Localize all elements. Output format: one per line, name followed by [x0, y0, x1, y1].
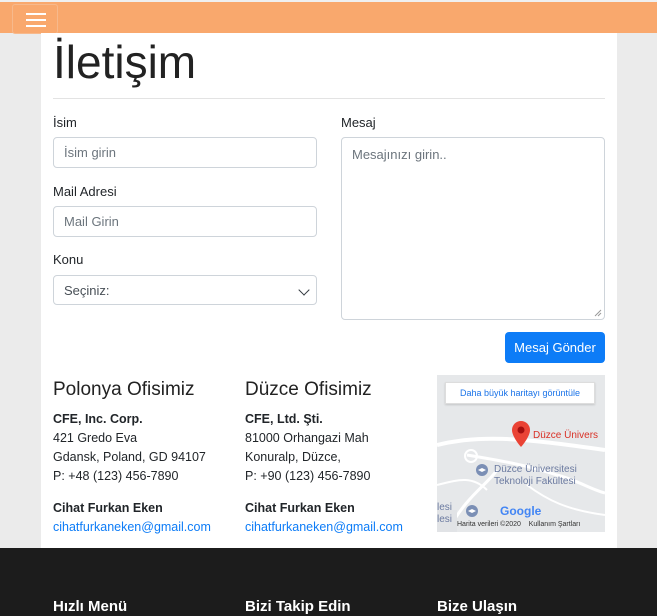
email-label: Mail Adresi	[53, 184, 117, 199]
larger-map-link[interactable]: Daha büyük haritayı görüntüle	[445, 382, 595, 404]
page-title: İletişim	[53, 36, 197, 88]
duzce-office-details: CFE, Ltd. Şti. 81000 Orhangazi Mah Konur…	[245, 410, 370, 486]
poland-office-details: CFE, Inc. Corp. 421 Gredo Eva Gdansk, Po…	[53, 410, 206, 486]
duzce-address-line2: Konuralp, Düzce,	[245, 450, 341, 464]
duzce-phone: P: +90 (123) 456-7890	[245, 469, 371, 483]
map-terms-link[interactable]: Kullanım Şartları	[529, 521, 581, 528]
top-navbar	[0, 0, 657, 34]
poland-address-line2: Gdansk, Poland, GD 94107	[53, 450, 206, 464]
hamburger-icon	[26, 13, 46, 15]
message-label: Mesaj	[341, 115, 376, 130]
email-placeholder: Mail Girin	[64, 214, 119, 229]
poland-phone: P: +48 (123) 456-7890	[53, 469, 179, 483]
name-input[interactable]: İsim girin	[53, 137, 317, 168]
poland-contact: Cihat Furkan Eken cihatfurkaneken@gmail.…	[53, 499, 211, 537]
duzce-contact: Cihat Furkan Eken cihatfurkaneken@gmail.…	[245, 499, 403, 537]
resize-handle-icon[interactable]	[594, 309, 602, 317]
embedded-map[interactable]: Daha büyük haritayı görüntüle Düzce Üniv…	[437, 375, 605, 532]
map-edge-label: lesi lesi	[437, 502, 453, 525]
google-logo: Google	[500, 504, 542, 518]
school-marker-icon-2	[466, 505, 478, 517]
subject-select[interactable]: Seçiniz:	[53, 275, 317, 305]
subject-label: Konu	[53, 252, 84, 267]
footer-quick-menu-heading: Hızlı Menü	[53, 598, 128, 615]
message-placeholder: Mesajınızı girin..	[352, 147, 447, 162]
duzce-address-line1: 81000 Orhangazi Mah	[245, 431, 369, 445]
map-pin-label: Düzce Ünivers	[533, 430, 599, 441]
hamburger-menu-button[interactable]	[12, 4, 58, 34]
divider	[53, 98, 605, 99]
message-textarea[interactable]: Mesajınızı girin..	[341, 137, 605, 320]
duzce-contact-name: Cihat Furkan Eken	[245, 501, 355, 515]
school-marker-icon	[476, 464, 488, 476]
poland-contact-name: Cihat Furkan Eken	[53, 501, 163, 515]
faculty-label: Düzce Üniversitesi Teknoloji Fakültesi	[494, 464, 577, 487]
site-footer: Hızlı Menü Bizi Takip Edin Bize Ulaşın	[0, 548, 657, 616]
location-pin-icon	[512, 421, 530, 447]
map-attribution: Harita verileri ©2020 Kullanım Şartları	[457, 521, 581, 528]
contact-container: İletişim İsim İsim girin Mail Adresi Mai…	[41, 33, 617, 548]
poland-company: CFE, Inc. Corp.	[53, 412, 143, 426]
poland-office-title: Polonya Ofisimiz	[53, 379, 195, 400]
duzce-company: CFE, Ltd. Şti.	[245, 412, 323, 426]
poland-email-link[interactable]: cihatfurkaneken@gmail.com	[53, 518, 211, 537]
duzce-email-link[interactable]: cihatfurkaneken@gmail.com	[245, 518, 403, 537]
duzce-office-title: Düzce Ofisimiz	[245, 379, 372, 400]
email-input[interactable]: Mail Girin	[53, 206, 317, 237]
poland-address-line1: 421 Gredo Eva	[53, 431, 138, 445]
name-placeholder: İsim girin	[64, 145, 117, 160]
footer-reach-heading: Bize Ulaşın	[437, 598, 518, 615]
chevron-down-icon	[298, 284, 310, 296]
subject-selected-value: Seçiniz:	[64, 282, 110, 298]
footer-follow-heading: Bizi Takip Edin	[245, 598, 351, 615]
send-message-button[interactable]: Mesaj Gönder	[505, 332, 605, 363]
name-label: İsim	[53, 115, 77, 130]
